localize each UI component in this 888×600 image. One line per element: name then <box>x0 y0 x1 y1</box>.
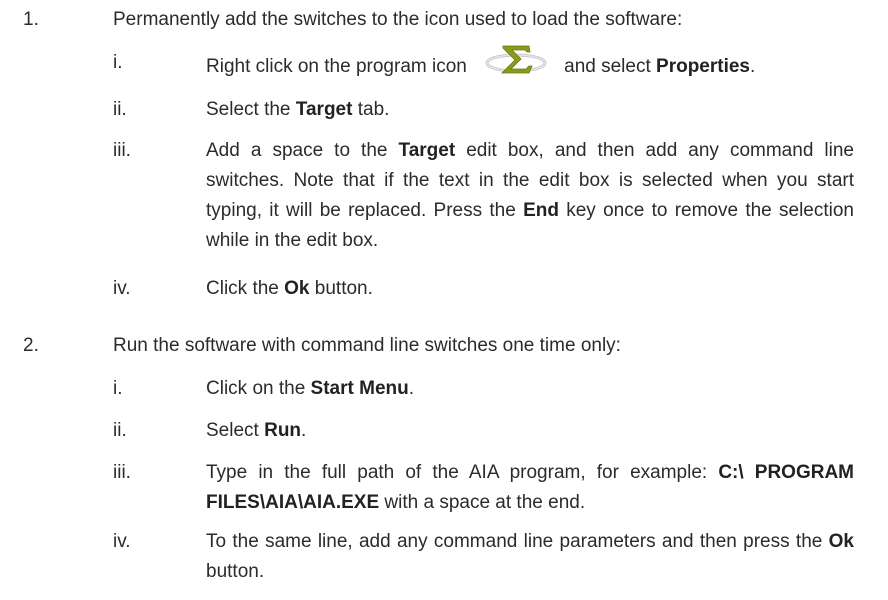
text-run: To the same line, add any command line p… <box>206 531 829 552</box>
substep-text: Select Run. <box>206 416 306 446</box>
step-title: Run the software with command line switc… <box>113 335 621 356</box>
text-run: Right click on the program icon <box>206 56 467 78</box>
substep-numeral: ii. <box>113 420 127 441</box>
substep-numeral: iv. <box>113 531 131 552</box>
text-run: Type in the full path of the AIA program… <box>206 462 719 483</box>
instructions-page: 1. Permanently add the switches to the i… <box>0 0 888 600</box>
text-run: Select the <box>206 99 296 120</box>
bold-term: Ok <box>828 531 854 552</box>
step-number: 2. <box>23 335 39 356</box>
substep-numeral: iii. <box>113 140 131 161</box>
text-run: Click on the <box>206 378 311 399</box>
substep-text: Type in the full path of the AIA program… <box>206 458 854 518</box>
bold-term: Target <box>398 140 456 161</box>
bold-term: Properties <box>656 56 750 78</box>
bold-term: Run <box>264 420 302 441</box>
text-run: tab. <box>352 99 390 120</box>
text-run: Click the <box>206 278 285 299</box>
substep-text: To the same line, add any command line p… <box>206 527 854 587</box>
text-run: Select <box>206 420 265 441</box>
text-run: . <box>301 420 307 441</box>
bold-term: Start Menu <box>310 378 409 399</box>
step-number: 1. <box>23 9 39 30</box>
substep-numeral: i. <box>113 378 123 399</box>
text-run: . <box>750 56 756 78</box>
text-run: button. <box>206 561 265 582</box>
bold-term: Ok <box>284 278 310 299</box>
substep-text: Select the Target tab. <box>206 95 389 125</box>
substep-numeral: i. <box>113 52 123 73</box>
text-run: with a space at the end. <box>379 492 586 513</box>
bold-term: Target <box>295 99 353 120</box>
substep-text: Click the Ok button. <box>206 274 373 304</box>
text-run: and select <box>558 56 657 78</box>
substep-numeral: iv. <box>113 278 131 299</box>
bold-term: End <box>523 200 559 221</box>
text-run: . <box>408 378 415 399</box>
text-run: Add a space to the <box>206 140 399 161</box>
substep-text: Right click on the program icon and sele… <box>206 45 756 86</box>
sigma-program-icon <box>483 42 549 86</box>
substep-numeral: iii. <box>113 462 131 483</box>
substep-numeral: ii. <box>113 99 127 120</box>
substep-text: Add a space to the Target edit box, and … <box>206 136 854 256</box>
step-title: Permanently add the switches to the icon… <box>113 9 683 30</box>
substep-text: Click on the Start Menu. <box>206 374 414 404</box>
text-run: button. <box>309 278 373 299</box>
